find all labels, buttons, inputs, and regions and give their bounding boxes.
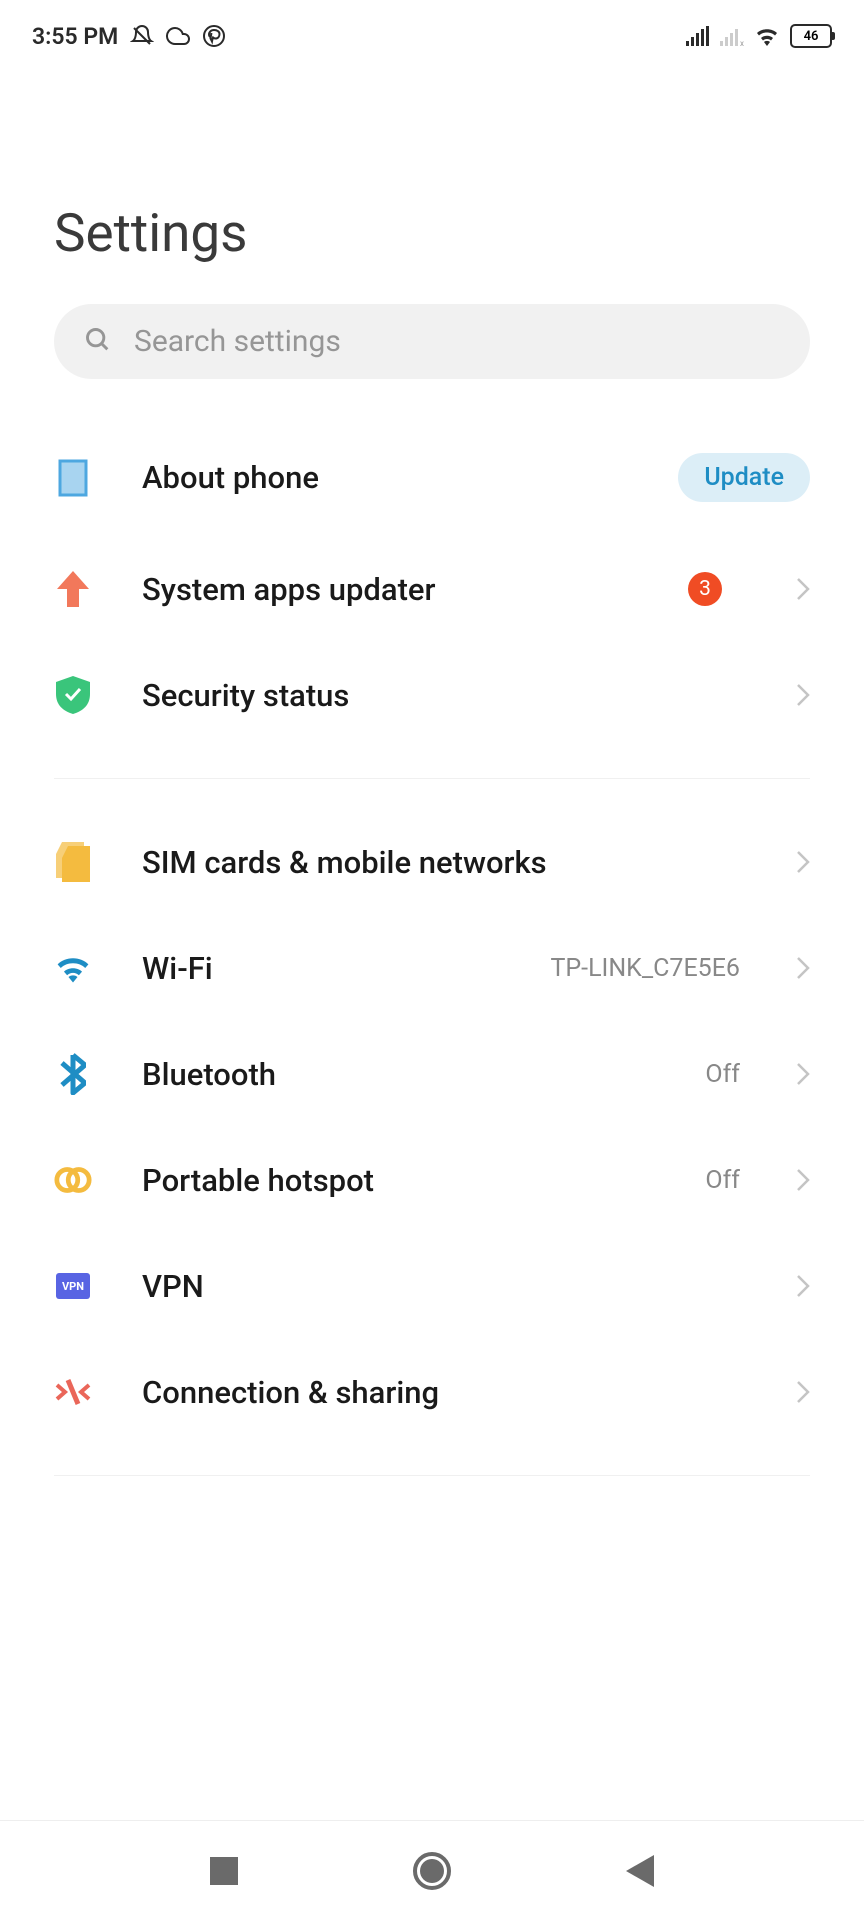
settings-group-1: About phone Update System apps updater 3… — [0, 419, 864, 1476]
cloud-icon — [166, 24, 190, 48]
chevron-right-icon — [796, 1168, 810, 1192]
item-label: About phone — [142, 459, 628, 496]
page-title: Settings — [0, 72, 864, 294]
shield-check-icon — [54, 676, 92, 714]
sim-icon — [54, 843, 92, 881]
item-value: TP-LINK_C7E5E6 — [550, 954, 740, 983]
hotspot-icon — [54, 1161, 92, 1199]
status-time: 3:55 PM — [32, 23, 118, 50]
nav-back-button[interactable] — [610, 1841, 670, 1901]
settings-item-connection[interactable]: Connection & sharing — [54, 1339, 810, 1445]
settings-item-hotspot[interactable]: Portable hotspot Off — [54, 1127, 810, 1233]
signal-weak-icon: x — [720, 26, 744, 46]
status-bar: 3:55 PM x 46 — [0, 0, 864, 72]
vpn-icon: VPN — [54, 1267, 92, 1305]
item-value: Off — [705, 1060, 740, 1089]
item-label: Connection & sharing — [142, 1374, 740, 1411]
item-label: Security status — [142, 677, 740, 714]
settings-item-vpn[interactable]: VPN VPN — [54, 1233, 810, 1339]
chevron-right-icon — [796, 1274, 810, 1298]
search-icon — [84, 326, 112, 358]
divider — [54, 1475, 810, 1476]
item-label: System apps updater — [142, 571, 638, 608]
item-value: Off — [705, 1166, 740, 1195]
pinterest-icon — [202, 24, 226, 48]
phone-icon — [54, 459, 92, 497]
item-label: Wi-Fi — [142, 950, 500, 987]
wifi-icon — [754, 26, 780, 46]
item-label: Portable hotspot — [142, 1162, 655, 1199]
nav-home-button[interactable] — [402, 1841, 462, 1901]
svg-text:x: x — [740, 39, 744, 46]
notification-off-icon — [130, 24, 154, 48]
item-label: VPN — [142, 1268, 740, 1305]
connection-icon — [54, 1373, 92, 1411]
status-right: x 46 — [686, 24, 832, 48]
settings-item-bluetooth[interactable]: Bluetooth Off — [54, 1021, 810, 1127]
chevron-right-icon — [796, 956, 810, 980]
bluetooth-icon — [54, 1055, 92, 1093]
search-placeholder: Search settings — [134, 324, 341, 359]
item-label: SIM cards & mobile networks — [142, 844, 740, 881]
status-left: 3:55 PM — [32, 23, 226, 50]
nav-recent-button[interactable] — [194, 1841, 254, 1901]
chevron-right-icon — [796, 1380, 810, 1404]
settings-item-system-apps[interactable]: System apps updater 3 — [54, 536, 810, 642]
chevron-right-icon — [796, 577, 810, 601]
settings-item-sim[interactable]: SIM cards & mobile networks — [54, 809, 810, 915]
nav-bar — [0, 1820, 864, 1920]
signal-icon — [686, 26, 710, 46]
arrow-up-icon — [54, 570, 92, 608]
search-input[interactable]: Search settings — [54, 304, 810, 379]
wifi-icon — [54, 949, 92, 987]
count-badge: 3 — [688, 572, 722, 606]
settings-item-wifi[interactable]: Wi-Fi TP-LINK_C7E5E6 — [54, 915, 810, 1021]
battery-level: 46 — [804, 29, 819, 44]
chevron-right-icon — [796, 683, 810, 707]
chevron-right-icon — [796, 1062, 810, 1086]
chevron-right-icon — [796, 850, 810, 874]
item-label: Bluetooth — [142, 1056, 655, 1093]
update-badge[interactable]: Update — [678, 453, 810, 502]
divider — [54, 778, 810, 779]
settings-item-about-phone[interactable]: About phone Update — [54, 419, 810, 536]
battery-icon: 46 — [790, 24, 832, 48]
settings-item-security[interactable]: Security status — [54, 642, 810, 748]
